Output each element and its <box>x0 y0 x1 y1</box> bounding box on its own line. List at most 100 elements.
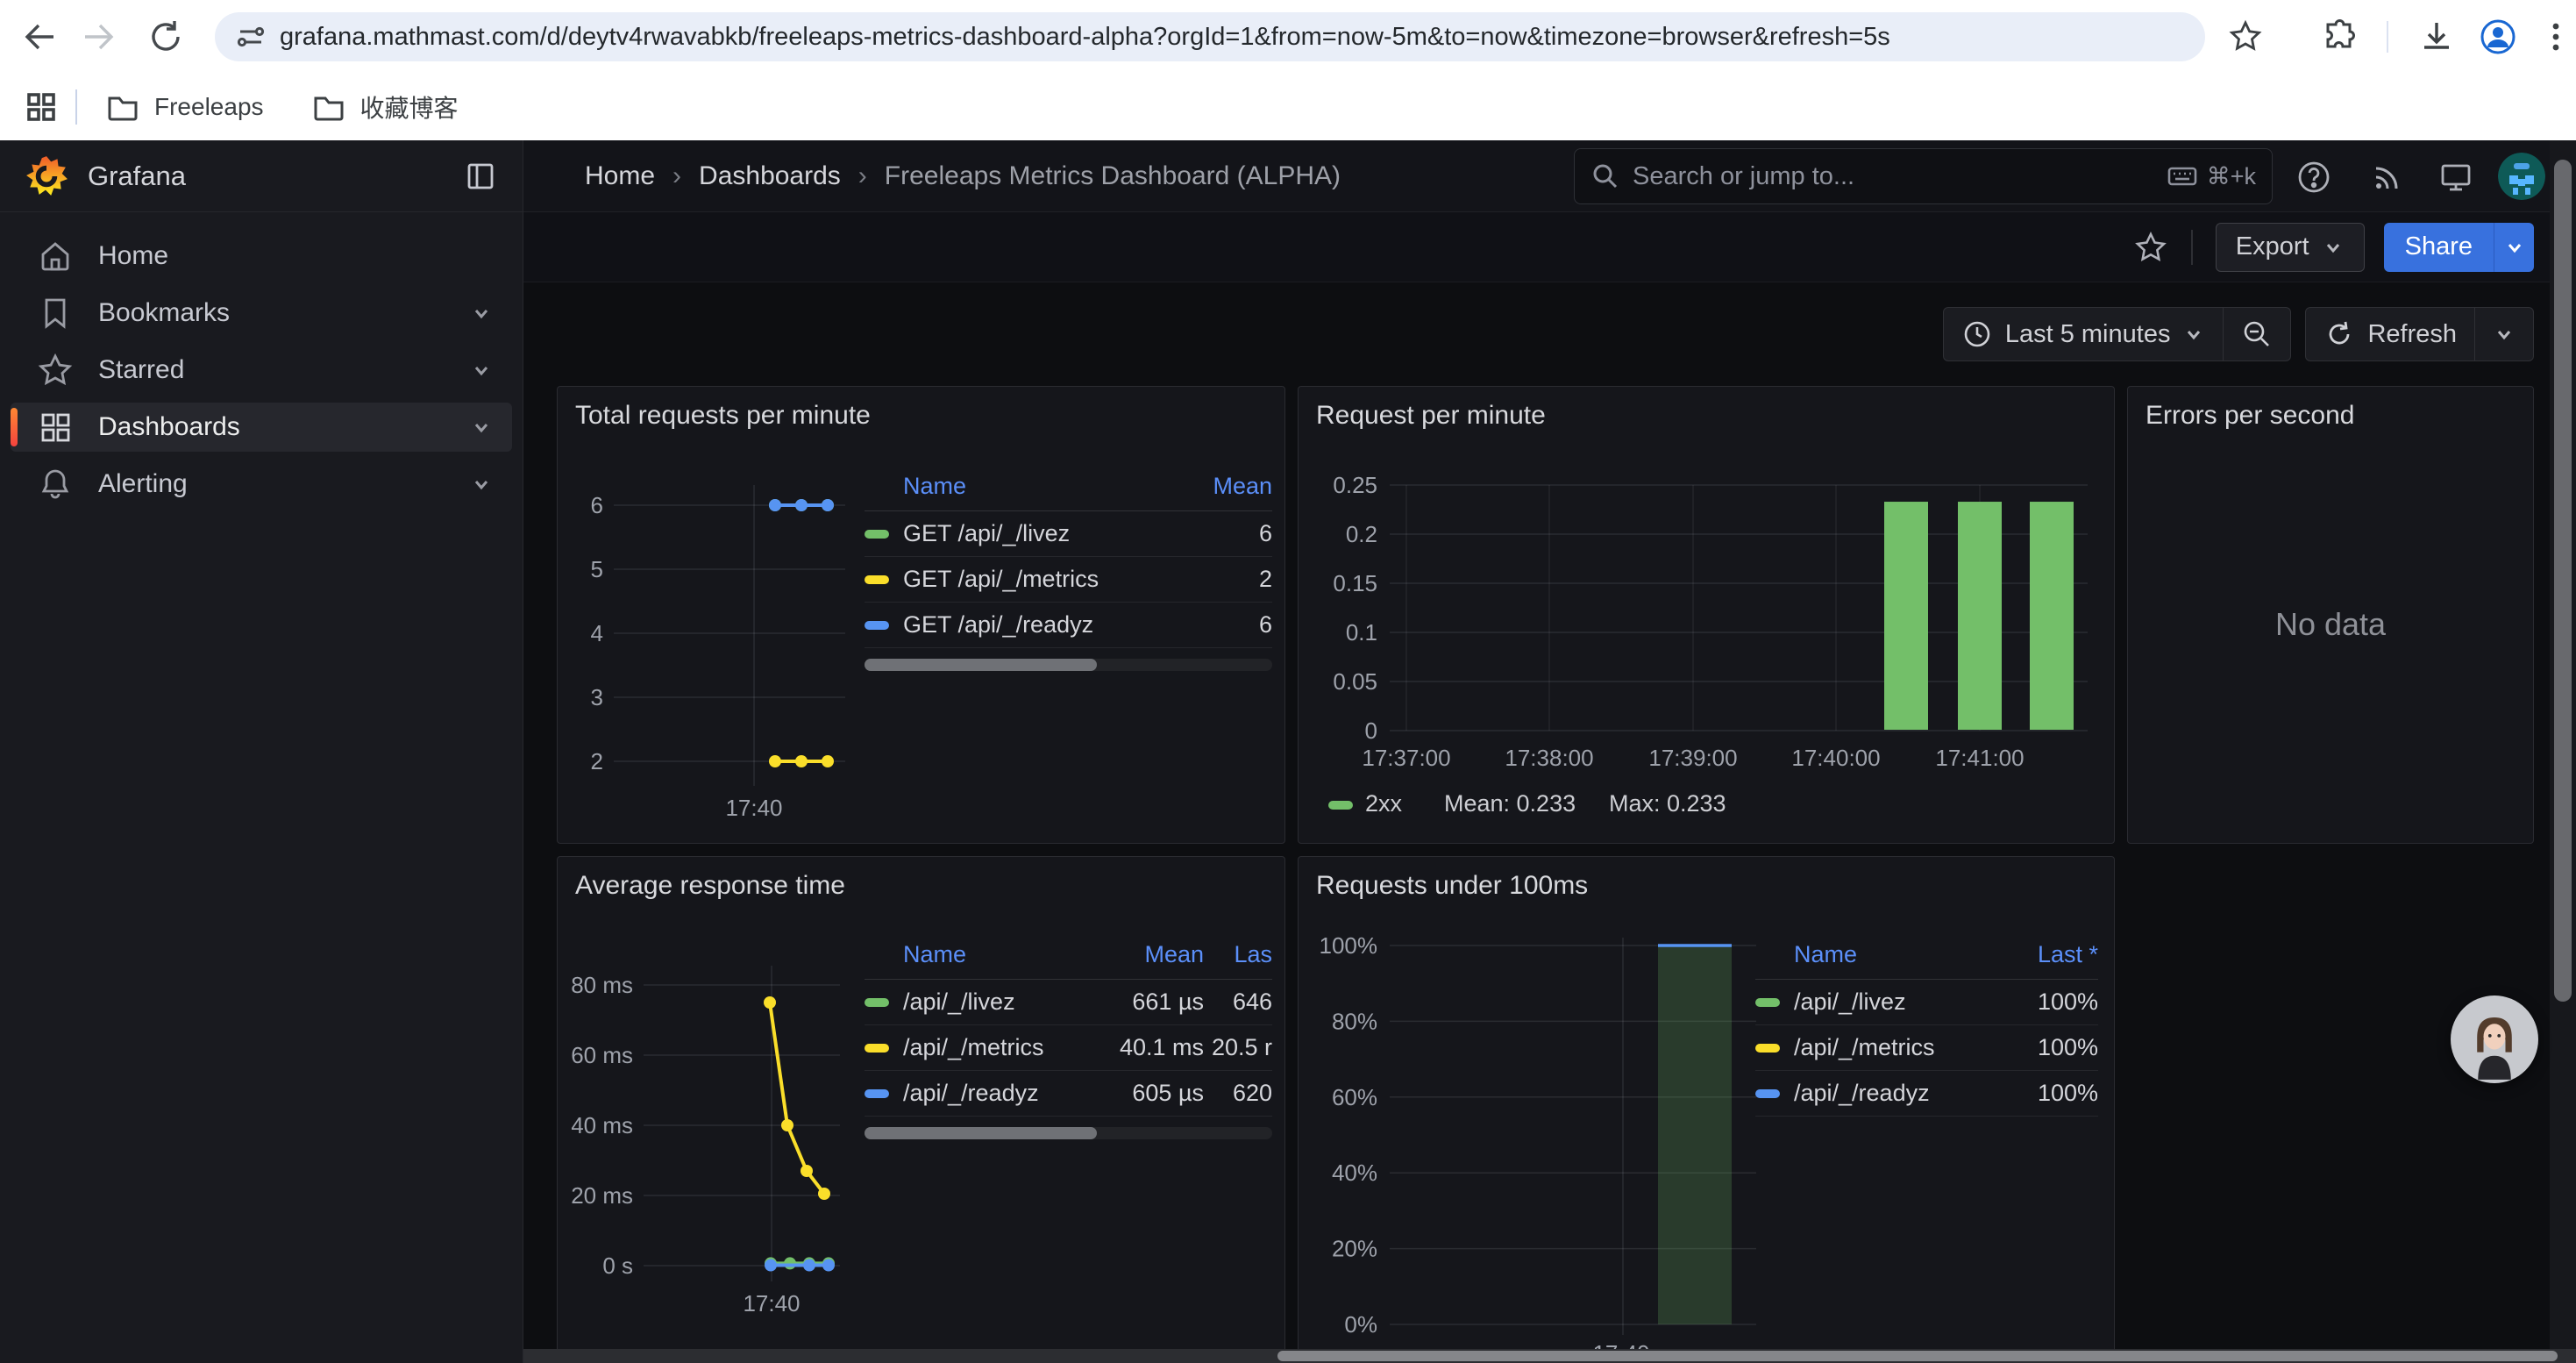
help-icon[interactable] <box>2295 158 2333 196</box>
back-icon[interactable] <box>19 17 60 57</box>
sidebar-item-home[interactable]: Home <box>11 232 512 281</box>
search-shortcut: ⌘+k <box>2167 161 2256 192</box>
data-point <box>822 1260 835 1272</box>
dashboard-canvas: Last 5 minutes Refresh <box>523 282 2576 1363</box>
legend-row[interactable]: GET /api/_/metrics2 <box>865 557 1272 603</box>
series-name[interactable]: /api/_/readyz <box>903 1080 1099 1107</box>
series-name[interactable]: /api/_/metrics <box>903 1034 1099 1061</box>
legend-column-header[interactable]: Name <box>865 473 1193 500</box>
legend-column-header[interactable]: Last * <box>2002 941 2098 968</box>
url-text[interactable]: grafana.mathmast.com/d/deytv4rwavabkb/fr… <box>280 23 2205 52</box>
legend-row[interactable]: /api/_/metrics100% <box>1755 1025 2098 1071</box>
series-name[interactable]: /api/_/livez <box>1794 988 2002 1016</box>
series-name[interactable]: GET /api/_/livez <box>903 520 1193 547</box>
export-button[interactable]: Export <box>2216 223 2365 272</box>
legend-column-header[interactable]: Name <box>1755 941 2002 968</box>
site-info-icon[interactable] <box>234 20 267 54</box>
profile-icon[interactable] <box>2478 17 2518 57</box>
panel-title[interactable]: Requests under 100ms <box>1299 857 2114 915</box>
collapse-sidebar-icon[interactable] <box>463 159 498 194</box>
refresh-button[interactable]: Refresh <box>2306 308 2474 360</box>
horizontal-scrollbar-thumb[interactable] <box>1277 1351 2558 1361</box>
legend-row[interactable]: GET /api/_/livez6 <box>865 511 1272 557</box>
series-name[interactable]: /api/_/readyz <box>1794 1080 2002 1107</box>
legend-column-header[interactable]: Name <box>865 941 1099 968</box>
legend-row[interactable]: /api/_/livez661 µs646 <box>865 980 1272 1025</box>
refresh-interval-dropdown[interactable] <box>2474 308 2533 360</box>
time-range-picker[interactable]: Last 5 minutes <box>1944 308 2224 360</box>
panel-title[interactable]: Average response time <box>558 857 1284 915</box>
series-value: 646 <box>1204 988 1272 1016</box>
share-button-label[interactable]: Share <box>2384 223 2494 272</box>
time-range-label: Last 5 minutes <box>2005 320 2171 349</box>
sidebar-header: Grafana <box>0 140 523 212</box>
user-avatar[interactable] <box>2498 153 2545 200</box>
svg-text:2: 2 <box>591 748 603 774</box>
breadcrumb-home[interactable]: Home <box>585 161 655 191</box>
series-name[interactable]: /api/_/livez <box>903 988 1099 1016</box>
chevron-down-icon[interactable] <box>468 357 495 383</box>
legend-scrollbar[interactable] <box>865 1127 1272 1139</box>
legend-scrollbar-thumb[interactable] <box>865 1127 1097 1139</box>
clock-icon <box>1961 318 1993 350</box>
chart-requests-under-100ms[interactable]: 100%80%60%40%20%0%17:40 <box>1313 931 1786 1363</box>
bookmark-star-icon[interactable] <box>2225 17 2266 57</box>
sidebar-item-alerting[interactable]: Alerting <box>11 460 512 509</box>
grafana-logo[interactable] <box>25 154 68 198</box>
news-rss-icon[interactable] <box>2368 158 2407 196</box>
address-bar[interactable]: grafana.mathmast.com/d/deytv4rwavabkb/fr… <box>215 12 2205 61</box>
bookmark-folder-freeleaps[interactable]: Freeleaps <box>93 82 276 132</box>
downloads-icon[interactable] <box>2416 17 2457 57</box>
reload-icon[interactable] <box>146 17 186 57</box>
breadcrumb-separator: › <box>858 161 867 191</box>
zoom-out-time-button[interactable] <box>2223 308 2290 360</box>
chevron-down-icon[interactable] <box>468 471 495 497</box>
chevron-down-icon[interactable] <box>468 414 495 440</box>
breadcrumb-dashboards[interactable]: Dashboards <box>699 161 841 191</box>
panel-title[interactable]: Request per minute <box>1299 387 2114 445</box>
legend-row[interactable]: /api/_/metrics40.1 ms20.5 r <box>865 1025 1272 1071</box>
panel-errors-per-second: Errors per second No data <box>2127 386 2534 844</box>
legend-column-header[interactable]: Mean <box>1099 941 1204 968</box>
vertical-scrollbar[interactable] <box>2550 140 2576 1363</box>
sidebar-item-starred[interactable]: Starred <box>11 346 512 395</box>
chart-total-requests[interactable]: 6543217:40 <box>572 466 861 830</box>
legend-scrollbar-thumb[interactable] <box>865 659 1097 671</box>
series-value: 605 µs <box>1099 1080 1204 1107</box>
series-name[interactable]: GET /api/_/metrics <box>903 566 1193 593</box>
svg-text:17:41:00: 17:41:00 <box>1935 745 2024 771</box>
share-button[interactable]: Share <box>2384 223 2534 272</box>
sidebar-item-bookmarks[interactable]: Bookmarks <box>11 289 512 338</box>
horizontal-scrollbar[interactable] <box>523 1349 2576 1363</box>
apps-grid-icon[interactable] <box>21 87 61 127</box>
legend-column-header[interactable]: Las <box>1204 941 1272 968</box>
legend-row[interactable]: /api/_/readyz100% <box>1755 1071 2098 1117</box>
kebab-menu-icon[interactable] <box>2536 17 2576 57</box>
bookmark-folder-blogs[interactable]: 收藏博客 <box>299 82 471 132</box>
monitor-icon[interactable] <box>2437 158 2475 196</box>
legend-column-header[interactable]: Mean <box>1193 473 1272 500</box>
svg-text:20 ms: 20 ms <box>572 1182 633 1209</box>
sidebar-item-dashboards[interactable]: Dashboards <box>11 403 512 452</box>
zoom-out-icon <box>2241 318 2273 350</box>
floating-assistant-avatar[interactable] <box>2451 995 2538 1083</box>
share-dropdown-caret[interactable] <box>2494 223 2534 272</box>
vertical-scrollbar-thumb[interactable] <box>2554 160 2572 1002</box>
panel-title[interactable]: Errors per second <box>2128 387 2533 445</box>
svg-text:17:39:00: 17:39:00 <box>1648 745 1737 771</box>
chart-average-response-time[interactable]: 80 ms60 ms40 ms20 ms0 s17:40 <box>572 941 861 1358</box>
extensions-icon[interactable] <box>2320 17 2360 57</box>
svg-text:0.15: 0.15 <box>1333 570 1377 596</box>
panel-title[interactable]: Total requests per minute <box>558 387 1284 445</box>
legend-row[interactable]: GET /api/_/readyz6 <box>865 603 1272 648</box>
chart-request-per-minute[interactable]: 0.250.20.150.10.05017:37:0017:38:0017:39… <box>1313 452 2102 838</box>
series-name[interactable]: GET /api/_/readyz <box>903 611 1193 639</box>
series-name[interactable]: /api/_/metrics <box>1794 1034 2002 1061</box>
legend-row[interactable]: /api/_/readyz605 µs620 <box>865 1071 1272 1117</box>
star-dashboard-icon[interactable] <box>2133 230 2168 265</box>
chevron-down-icon[interactable] <box>468 300 495 326</box>
series-value: 620 <box>1204 1080 1272 1107</box>
legend-row[interactable]: /api/_/livez100% <box>1755 980 2098 1025</box>
search-input[interactable]: Search or jump to... ⌘+k <box>1574 148 2273 204</box>
legend-scrollbar[interactable] <box>865 659 1272 671</box>
